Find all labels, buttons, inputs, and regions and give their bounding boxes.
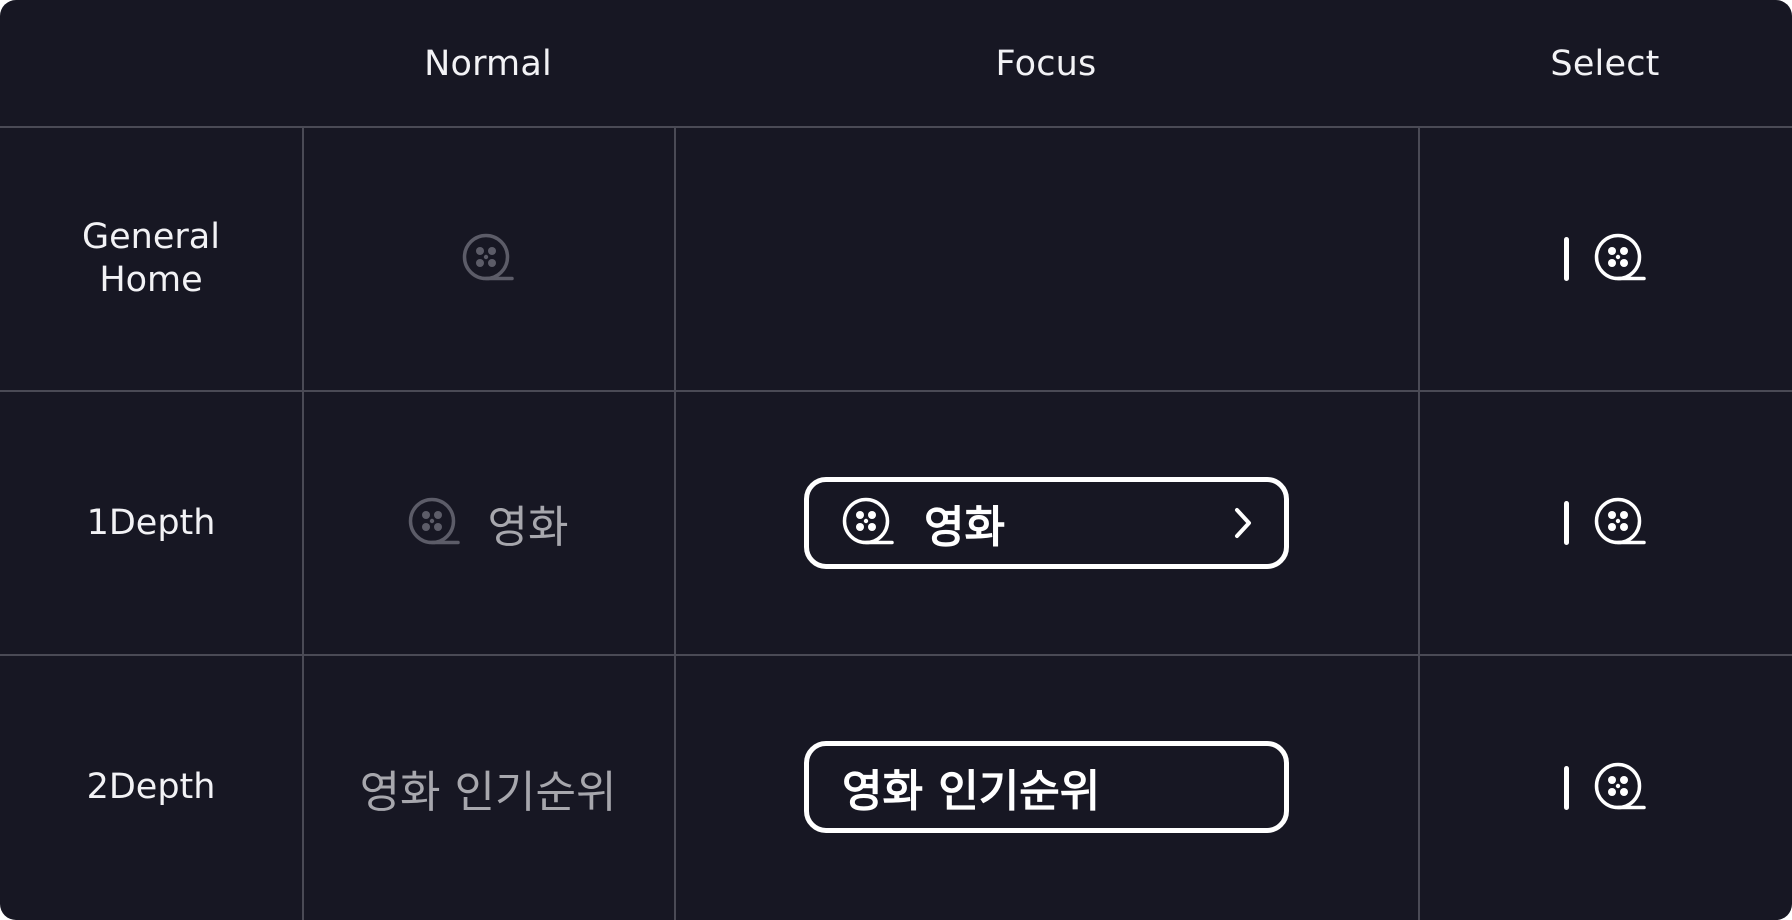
menu-item-focused[interactable]: 영화 [804, 477, 1289, 569]
menu-item-label: 영화 [924, 502, 1005, 553]
depth1-select-cell [1418, 391, 1792, 655]
depth2-select-cell [1418, 655, 1792, 920]
row-label-2depth: 2Depth [0, 655, 302, 920]
column-header-normal-label: Normal [424, 43, 552, 84]
film-reel-icon [1594, 762, 1646, 814]
selection-bar [1564, 765, 1569, 810]
menu-item-label: 영화 [487, 502, 569, 553]
general-home-select-cell [1418, 127, 1792, 391]
row-label-line: Home [99, 260, 203, 300]
film-reel-icon [842, 497, 894, 549]
chevron-right-icon [1232, 505, 1254, 541]
row-label: General Home [82, 216, 220, 302]
depth1-normal-cell: 영화 [302, 391, 674, 655]
selection-bar [1564, 501, 1569, 545]
column-divider [674, 127, 676, 920]
film-reel-icon [408, 497, 460, 549]
menu-item-normal[interactable]: 영화 [408, 491, 569, 555]
column-header-select-label: Select [1550, 43, 1660, 84]
row-label: 1Depth [86, 502, 216, 543]
film-reel-icon[interactable] [462, 233, 514, 285]
row-label-general-home: General Home [0, 127, 302, 391]
film-reel-icon [1594, 233, 1646, 285]
submenu-item-normal[interactable]: 영화 인기순위 [360, 756, 617, 820]
submenu-item-label: 영화 인기순위 [842, 766, 1101, 817]
column-header-focus: Focus [674, 0, 1418, 127]
selected-menu-item[interactable] [1564, 233, 1646, 285]
submenu-item-focused[interactable]: 영화 인기순위 [804, 741, 1289, 833]
row-label-line: General [82, 217, 220, 257]
selection-bar [1564, 237, 1569, 281]
selected-menu-item[interactable] [1564, 497, 1646, 549]
column-header-focus-label: Focus [995, 43, 1097, 84]
selected-menu-item[interactable] [1564, 762, 1646, 814]
column-header-normal: Normal [302, 0, 674, 127]
general-home-normal-cell [302, 127, 674, 391]
row-label: 2Depth [86, 767, 216, 807]
column-header-select: Select [1418, 0, 1792, 127]
row-label-1depth: 1Depth [0, 391, 302, 655]
film-reel-icon [1594, 497, 1646, 549]
menu-state-table: Normal Focus Select General Home 1Depth … [0, 0, 1792, 920]
depth2-normal-cell: 영화 인기순위 [302, 655, 674, 920]
